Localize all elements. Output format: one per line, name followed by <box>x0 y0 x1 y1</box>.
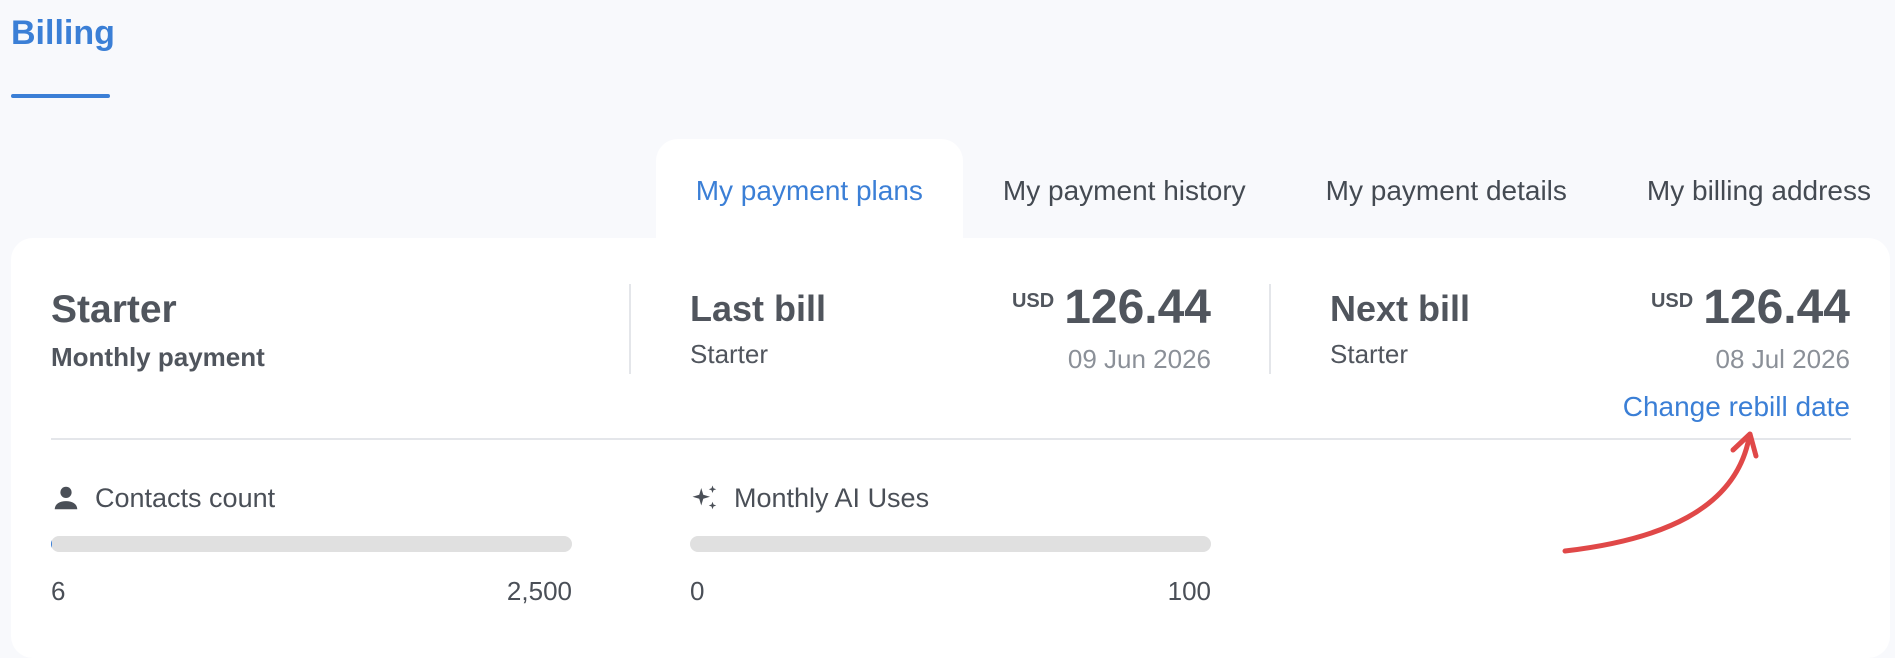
last-bill-currency: USD <box>1011 290 1055 312</box>
ai-uses-meter-footer: 0 100 <box>690 576 1211 607</box>
tab-payment-details[interactable]: My payment details <box>1286 139 1607 243</box>
tab-payment-history[interactable]: My payment history <box>963 139 1286 243</box>
next-bill-amount: USD 126.44 <box>1651 280 1850 335</box>
ai-uses-used: 0 <box>690 576 705 606</box>
change-rebill-date-link[interactable]: Change rebill date <box>1623 391 1850 423</box>
last-bill-value: 126.44 <box>1064 281 1211 334</box>
contacts-meter-header: Contacts count <box>51 478 572 518</box>
contacts-limit: 2,500 <box>506 576 572 606</box>
contacts-progress-track <box>51 536 572 552</box>
contacts-meter: Contacts count 6 2,500 <box>51 478 572 607</box>
next-bill-title: Next bill <box>1330 288 1471 329</box>
contacts-progress-fill <box>51 536 53 552</box>
sparkle-icon <box>692 485 717 510</box>
last-bill-date: 09 Jun 2026 <box>1067 344 1211 374</box>
ai-uses-meter-label: Monthly AI Uses <box>734 482 930 513</box>
section-divider <box>51 438 1851 440</box>
tab-payment-plans[interactable]: My payment plans <box>655 139 963 243</box>
ai-uses-progress-track <box>690 536 1211 552</box>
billing-page-tab[interactable]: Billing <box>11 14 115 53</box>
tab-billing-address[interactable]: My billing address <box>1607 139 1871 243</box>
billing-tabs: My payment plans My payment history My p… <box>655 139 1871 243</box>
billing-page-tab-underline <box>11 94 110 98</box>
column-divider <box>1269 284 1271 374</box>
next-bill-plan: Starter <box>1330 339 1409 369</box>
next-bill-value: 126.44 <box>1703 281 1850 334</box>
ai-uses-limit: 100 <box>1167 576 1211 606</box>
last-bill-title: Last bill <box>690 288 827 329</box>
plan-frequency: Monthly payment <box>51 342 265 372</box>
ai-uses-meter: Monthly AI Uses 0 100 <box>690 478 1211 607</box>
next-bill-currency: USD <box>1650 290 1694 312</box>
contacts-meter-footer: 6 2,500 <box>51 576 572 607</box>
plan-name: Starter <box>51 288 177 331</box>
payment-plan-card: Starter Monthly payment Last bill Starte… <box>11 238 1890 658</box>
contacts-used: 6 <box>51 576 66 606</box>
last-bill-amount: USD 126.44 <box>1012 280 1211 335</box>
column-divider <box>629 284 631 374</box>
contacts-meter-label: Contacts count <box>95 482 276 513</box>
ai-uses-meter-header: Monthly AI Uses <box>690 478 1211 518</box>
last-bill-plan: Starter <box>690 339 769 369</box>
person-icon <box>54 486 78 510</box>
next-bill-date: 08 Jul 2026 <box>1715 344 1850 374</box>
